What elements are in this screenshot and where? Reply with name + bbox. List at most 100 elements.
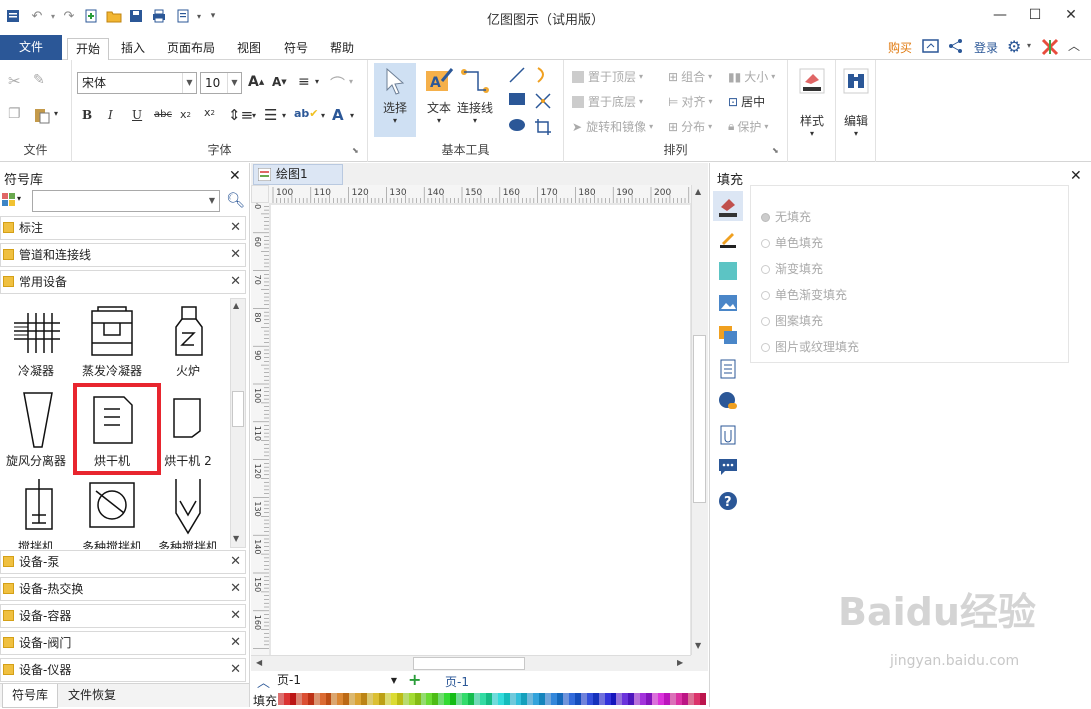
text-align-icon[interactable]: ≡ xyxy=(298,74,310,90)
hyperlink-icon[interactable] xyxy=(718,391,738,411)
intersect-tool-icon[interactable] xyxy=(534,92,552,110)
protect-button[interactable]: 🔒︎ 保护 ▾ xyxy=(728,118,768,135)
send-to-back-button[interactable]: 置于底层 ▾ xyxy=(572,93,643,110)
fill-option-picture[interactable]: 图片或纹理填充 xyxy=(761,338,859,355)
tab-page-layout[interactable]: 页面布局 xyxy=(159,38,223,60)
settings-dropdown-icon[interactable]: ▾ xyxy=(1027,41,1031,50)
subscript-icon[interactable]: x2 xyxy=(180,108,191,121)
font-color-dropdown-icon[interactable]: ▾ xyxy=(350,111,354,120)
close-category-icon[interactable]: ✕ xyxy=(230,632,241,654)
line-spacing-dropdown-icon[interactable]: ▾ xyxy=(252,111,256,120)
bold-icon[interactable]: B xyxy=(82,108,92,122)
category-header[interactable]: 管道和连接线 ✕ xyxy=(0,243,246,267)
fill-paint-icon[interactable] xyxy=(713,191,743,221)
vscroll-up-icon[interactable]: ▲ xyxy=(695,187,701,196)
help-icon[interactable]: ? xyxy=(718,491,738,511)
close-category-icon[interactable]: ✕ xyxy=(230,271,241,293)
line-tool-icon[interactable] xyxy=(508,66,526,84)
settings-gear-icon[interactable]: ⚙ xyxy=(1007,37,1021,56)
text-highlight-dropdown-icon[interactable]: ▾ xyxy=(321,111,325,120)
connector-tool-button[interactable]: 连接线 ▾ xyxy=(454,63,496,137)
hscroll-left-icon[interactable]: ◀ xyxy=(256,658,262,667)
group-button[interactable]: ⊞ 组合 ▾ xyxy=(668,68,712,85)
bring-to-front-button[interactable]: 置于顶层 ▾ xyxy=(572,68,643,85)
close-category-icon[interactable]: ✕ xyxy=(230,244,241,266)
paste-dropdown-icon[interactable]: ▾ xyxy=(54,109,58,118)
login-link[interactable]: 登录 xyxy=(966,38,1006,60)
tab-insert[interactable]: 插入 xyxy=(113,38,153,60)
document-tab[interactable]: 绘图1 xyxy=(253,164,343,185)
category-header[interactable]: 设备-阀门 ✕ xyxy=(0,631,246,655)
minimize-button[interactable]: — xyxy=(985,4,1015,26)
shape-item[interactable]: 多种搅拌机 xyxy=(148,475,228,549)
tab-symbol[interactable]: 符号 xyxy=(276,38,316,60)
crop-tool-icon[interactable] xyxy=(534,118,552,136)
data-list-icon[interactable] xyxy=(718,359,738,379)
canvas-hscrollbar[interactable]: ◀ ▶ xyxy=(251,655,691,671)
copy-icon[interactable]: ❐ xyxy=(8,106,21,122)
bullet-list-dropdown-icon[interactable]: ▾ xyxy=(282,111,286,120)
attachment-icon[interactable] xyxy=(718,425,738,445)
grow-font-icon[interactable]: A ▲ xyxy=(248,74,264,90)
fill-option-single-gradient[interactable]: 单色渐变填充 xyxy=(761,286,847,303)
shape-item[interactable]: 冷凝器 xyxy=(0,303,76,379)
image-icon[interactable] xyxy=(718,293,738,313)
color-swatch[interactable] xyxy=(699,693,706,705)
tab-view[interactable]: 视图 xyxy=(229,38,269,60)
library-scrollbar[interactable]: ▲ ▼ xyxy=(230,298,246,548)
shadow-icon[interactable] xyxy=(718,261,738,281)
fill-option-pattern[interactable]: 图案填充 xyxy=(761,312,823,329)
center-button[interactable]: ⊡ 居中 xyxy=(728,93,765,110)
file-menu[interactable]: 文件 xyxy=(0,35,62,60)
text-highlight-icon[interactable]: ab ✔ xyxy=(294,107,319,120)
library-grid-icon[interactable] xyxy=(2,193,16,210)
comment-icon[interactable] xyxy=(718,457,738,477)
library-scroll-thumb[interactable] xyxy=(232,391,244,427)
close-fill-panel-icon[interactable]: ✕ xyxy=(1070,168,1082,184)
library-search-input[interactable]: ▼ xyxy=(32,190,220,212)
arc-tool-icon[interactable] xyxy=(534,66,552,84)
fill-option-gradient[interactable]: 渐变填充 xyxy=(761,260,823,277)
bullet-list-icon[interactable]: ☰ xyxy=(264,106,277,124)
close-window-button[interactable]: ✕ xyxy=(1056,4,1086,26)
tab-symbol-library[interactable]: 符号库 xyxy=(2,684,58,708)
font-color-icon[interactable]: A xyxy=(332,106,344,124)
shape-item[interactable]: 旋风分离器 xyxy=(0,389,76,469)
category-header[interactable]: 设备-热交换 ✕ xyxy=(0,577,246,601)
page-tab[interactable]: 页-1 xyxy=(445,673,469,690)
share-icon[interactable] xyxy=(948,38,964,57)
scroll-up-icon[interactable]: ▲ xyxy=(233,301,239,310)
align-button[interactable]: ⊨ 对齐 ▾ xyxy=(668,93,712,110)
tab-home[interactable]: 开始 xyxy=(67,38,110,61)
category-header[interactable]: 设备-容器 ✕ xyxy=(0,604,246,628)
select-tool-button[interactable]: 选择 ▾ xyxy=(374,63,416,137)
category-header[interactable]: 标注 ✕ xyxy=(0,216,246,240)
category-header[interactable]: 设备-泵 ✕ xyxy=(0,550,246,574)
collapse-ribbon-icon[interactable]: ︿ xyxy=(1068,37,1080,54)
arrange-dialog-launcher-icon[interactable]: ⬊ xyxy=(772,146,779,155)
edit-button[interactable]: 编辑 ▾ xyxy=(838,64,874,148)
hscroll-right-icon[interactable]: ▶ xyxy=(677,658,683,667)
drawing-page[interactable] xyxy=(271,205,690,655)
library-grid-dropdown-icon[interactable]: ▾ xyxy=(17,194,21,203)
page-select[interactable]: 页-1 ▼ xyxy=(277,673,397,688)
ellipse-tool-icon[interactable] xyxy=(508,118,526,132)
tab-file-recovery[interactable]: 文件恢复 xyxy=(68,684,116,708)
rectangle-tool-icon[interactable] xyxy=(508,92,526,106)
fill-option-none[interactable]: 无填充 xyxy=(761,208,811,225)
shape-item[interactable]: 多种搅拌机 xyxy=(72,475,152,549)
maximize-button[interactable]: ☐ xyxy=(1020,4,1050,26)
rotate-mirror-button[interactable]: ➤ 旋转和镜像 ▾ xyxy=(572,118,653,135)
scroll-down-icon[interactable]: ▼ xyxy=(233,534,239,543)
font-dialog-launcher-icon[interactable]: ⬊ xyxy=(352,146,359,155)
add-page-icon[interactable]: + xyxy=(408,670,421,689)
color-swatches[interactable] xyxy=(278,693,706,705)
style-button[interactable]: 样式 ▾ xyxy=(794,64,830,148)
canvas-vscrollbar[interactable]: ▲ ▼ xyxy=(691,185,708,655)
search-icon[interactable]: 🔍︎ xyxy=(226,191,245,209)
superscript-icon[interactable]: x2 xyxy=(204,106,215,119)
category-header[interactable]: 常用设备 ✕ xyxy=(0,270,246,294)
page-bar-collapse-icon[interactable]: ︿ xyxy=(257,672,270,691)
close-category-icon[interactable]: ✕ xyxy=(230,659,241,681)
shape-item[interactable]: 搅拌机 xyxy=(0,475,76,549)
